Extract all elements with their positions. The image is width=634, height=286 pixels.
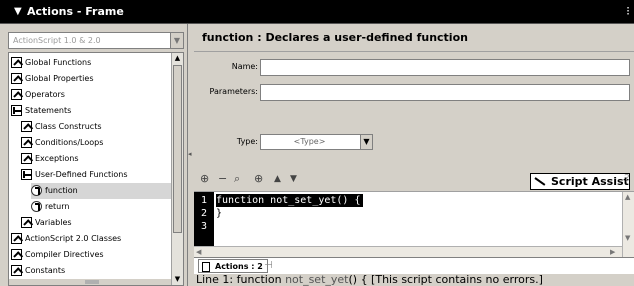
script-editor[interactable]: 1 2 3 function not_set_yet() { } ▲ ▼ ◀ ▶ <box>194 191 634 258</box>
tree-item-label: Global Properties <box>25 74 94 83</box>
tree-item-label: Statements <box>25 106 72 115</box>
pin-script-icon[interactable]: ⊣ <box>264 260 273 271</box>
book-icon <box>21 153 32 164</box>
book-icon <box>11 89 22 100</box>
remove-item-icon[interactable]: − <box>218 171 227 187</box>
script-assist-button[interactable]: Script Assist <box>530 173 630 190</box>
name-field[interactable] <box>260 59 630 76</box>
book-icon <box>11 265 22 276</box>
tree-item-global-functions[interactable]: Global Functions <box>11 55 173 71</box>
tree-item-function[interactable]: function <box>31 183 173 199</box>
tree-item-return[interactable]: return <box>31 199 173 215</box>
panel-title: Actions - Frame <box>27 5 124 18</box>
script-assist-label: Script Assist <box>551 175 629 188</box>
document-icon <box>202 262 210 272</box>
move-down-icon[interactable]: ▼ <box>290 171 297 187</box>
open-book-icon <box>21 169 32 180</box>
tree-item-label: Conditions/Loops <box>35 138 104 147</box>
line-number: 3 <box>200 221 208 232</box>
type-select[interactable]: <Type> ▼ <box>260 134 373 150</box>
tree-item-conditions-loops[interactable]: Conditions/Loops <box>21 135 173 151</box>
book-icon <box>21 121 32 132</box>
tree-item-label: Constants <box>25 266 66 275</box>
insert-target-icon[interactable]: ⊕ <box>254 171 263 187</box>
actions-tree: Global Functions Global Properties Opera… <box>8 52 184 286</box>
collapse-arrow-icon[interactable]: ▼ <box>14 6 22 17</box>
panel-options-icon[interactable]: ⁝ <box>626 4 630 18</box>
actions-toolbox: ActionScript 1.0 & 2.0 ▼ Global Function… <box>0 24 188 286</box>
tree-item-label: Exceptions <box>35 154 79 163</box>
scroll-down-icon[interactable]: ▼ <box>172 274 183 285</box>
tree-item-constants[interactable]: Constants <box>11 263 173 279</box>
name-label: Name: <box>231 62 258 71</box>
script-area: function : Declares a user-defined funct… <box>194 24 634 286</box>
tab-label: Actions : 2 <box>215 262 263 271</box>
tree-item-exceptions[interactable]: Exceptions <box>21 151 173 167</box>
line-number: 2 <box>200 208 208 219</box>
tree-resize-handle[interactable] <box>9 279 171 285</box>
book-icon <box>21 137 32 148</box>
line-number: 1 <box>200 195 208 206</box>
version-select-value: ActionScript 1.0 & 2.0 <box>13 36 101 45</box>
book-icon <box>21 217 32 228</box>
help-icon[interactable]: ? <box>624 172 630 185</box>
tree-item-label: function <box>45 186 78 195</box>
description-text: function : Declares a user-defined funct… <box>202 31 468 44</box>
type-label: Type: <box>236 137 258 146</box>
tab-actions[interactable]: Actions : 2 <box>198 259 268 273</box>
tree-item-statements[interactable]: Statements <box>11 103 173 119</box>
status-bar: Line 1: function not_set_yet() { [This s… <box>194 274 634 286</box>
actionscript-version-select[interactable]: ActionScript 1.0 & 2.0 ▼ <box>8 32 184 49</box>
tree-item-class-constructs[interactable]: Class Constructs <box>21 119 173 135</box>
tree-item-label: Operators <box>25 90 65 99</box>
function-icon <box>31 201 42 212</box>
status-prefix: Line 1: function <box>196 274 286 286</box>
script-toolbar: ⊕ − ⌕ ⊕ ▲ ▼ Script Assist ? <box>194 167 634 191</box>
tree-item-label: Compiler Directives <box>25 250 104 259</box>
code-line[interactable]: } <box>216 207 222 220</box>
book-icon <box>11 57 22 68</box>
tree-item-user-defined-functions[interactable]: User-Defined Functions <box>21 167 173 183</box>
find-icon[interactable]: ⌕ <box>234 171 240 187</box>
tree-item-label: User-Defined Functions <box>35 170 128 179</box>
tree-item-operators[interactable]: Operators <box>11 87 173 103</box>
tree-item-compiler-directives[interactable]: Compiler Directives <box>11 247 173 263</box>
panel-title-bar[interactable]: ▼ Actions - Frame ⁝ <box>0 0 634 24</box>
chevron-down-icon[interactable]: ▼ <box>360 135 372 149</box>
tree-item-label: Class Constructs <box>35 122 102 131</box>
scroll-up-icon[interactable]: ▲ <box>172 53 183 64</box>
code-line[interactable]: function not_set_yet() { <box>216 194 363 207</box>
collapse-left-icon[interactable]: ◂ <box>188 150 192 160</box>
tree-item-label: Global Functions <box>25 58 92 67</box>
open-book-icon <box>11 105 22 116</box>
scrollbar-thumb[interactable] <box>173 65 182 233</box>
tree-item-label: return <box>45 202 70 211</box>
parameters-label: Parameters: <box>209 87 258 96</box>
type-select-value: <Type> <box>293 137 326 146</box>
tree-item-as2-classes[interactable]: ActionScript 2.0 Classes <box>11 231 173 247</box>
status-suffix: () { [This script contains no errors.] <box>348 274 543 286</box>
add-item-icon[interactable]: ⊕ <box>200 171 209 187</box>
function-icon <box>31 185 42 196</box>
parameters-field[interactable] <box>260 84 630 101</box>
chevron-down-icon[interactable]: ▼ <box>170 33 183 48</box>
script-tabs: Actions : 2 ⊣ <box>194 257 634 274</box>
move-up-icon[interactable]: ▲ <box>274 171 281 187</box>
book-icon <box>11 249 22 260</box>
editor-vertical-scrollbar[interactable]: ▲ ▼ <box>622 192 634 258</box>
book-icon <box>11 233 22 244</box>
magic-wand-icon <box>534 177 546 186</box>
tree-item-label: Variables <box>35 218 72 227</box>
status-function-name: not_set_yet <box>285 274 349 286</box>
tree-item-global-properties[interactable]: Global Properties <box>11 71 173 87</box>
book-icon <box>11 73 22 84</box>
tree-item-variables[interactable]: Variables <box>21 215 173 231</box>
action-description: function : Declares a user-defined funct… <box>194 24 634 52</box>
tree-item-label: ActionScript 2.0 Classes <box>25 234 122 243</box>
tree-scrollbar[interactable]: ▲ ▼ <box>171 53 183 285</box>
